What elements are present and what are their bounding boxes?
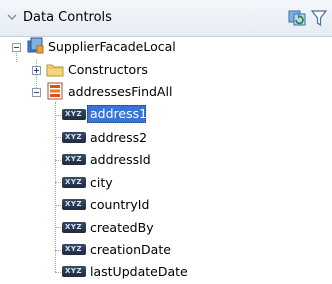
panel-header: Data Controls bbox=[0, 0, 332, 37]
tree-node-label: createdBy bbox=[90, 220, 154, 235]
tree-node-label: countryId bbox=[90, 197, 150, 212]
tree-node-attribute[interactable]: XYZ addressId bbox=[0, 148, 332, 172]
collection-icon bbox=[47, 82, 63, 100]
tree-node-attribute[interactable]: XYZ address1 bbox=[0, 103, 332, 127]
tree-node-label: addressesFindAll bbox=[68, 84, 173, 99]
tree-node-collection[interactable]: addressesFindAll bbox=[0, 80, 332, 104]
filter-icon[interactable] bbox=[310, 9, 328, 27]
attribute-icon: XYZ bbox=[62, 244, 86, 255]
collapse-toggle[interactable] bbox=[12, 43, 21, 52]
attribute-icon: XYZ bbox=[62, 132, 86, 143]
panel-title: Data Controls bbox=[23, 10, 112, 25]
tree-node-label: address2 bbox=[90, 130, 148, 145]
bean-icon bbox=[27, 37, 44, 54]
tree-node-attribute[interactable]: XYZ address2 bbox=[0, 126, 332, 150]
attribute-icon: XYZ bbox=[62, 222, 86, 233]
tree-node-label: SupplierFacadeLocal bbox=[48, 39, 176, 54]
tree-node-attribute[interactable]: XYZ lastUpdateDate bbox=[0, 260, 332, 284]
attribute-icon: XYZ bbox=[62, 109, 86, 120]
refresh-icon[interactable] bbox=[288, 9, 308, 27]
tree-node-attribute[interactable]: XYZ creationDate bbox=[0, 238, 332, 262]
collapse-toggle[interactable] bbox=[32, 88, 41, 97]
expand-toggle[interactable] bbox=[32, 66, 41, 75]
tree-node-label: address1 bbox=[90, 106, 148, 121]
tree-node-label: lastUpdateDate bbox=[90, 264, 188, 279]
chevron-down-icon[interactable] bbox=[7, 12, 17, 22]
tree-node-label: addressId bbox=[90, 152, 151, 167]
tree-node-label: Constructors bbox=[68, 62, 148, 77]
tree-node-attribute[interactable]: XYZ countryId bbox=[0, 193, 332, 217]
tree-node-root[interactable]: SupplierFacadeLocal bbox=[0, 35, 332, 59]
attribute-icon: XYZ bbox=[62, 266, 86, 277]
attribute-icon: XYZ bbox=[62, 177, 86, 188]
tree-node-attribute[interactable]: XYZ createdBy bbox=[0, 216, 332, 240]
attribute-icon: XYZ bbox=[62, 154, 86, 165]
attribute-icon: XYZ bbox=[62, 199, 86, 210]
folder-icon bbox=[46, 64, 64, 77]
tree-node-label: city bbox=[90, 175, 113, 190]
tree-node-attribute[interactable]: XYZ city bbox=[0, 171, 332, 195]
tree-node-constructors[interactable]: Constructors bbox=[0, 58, 332, 82]
tree-node-label: creationDate bbox=[90, 242, 171, 257]
